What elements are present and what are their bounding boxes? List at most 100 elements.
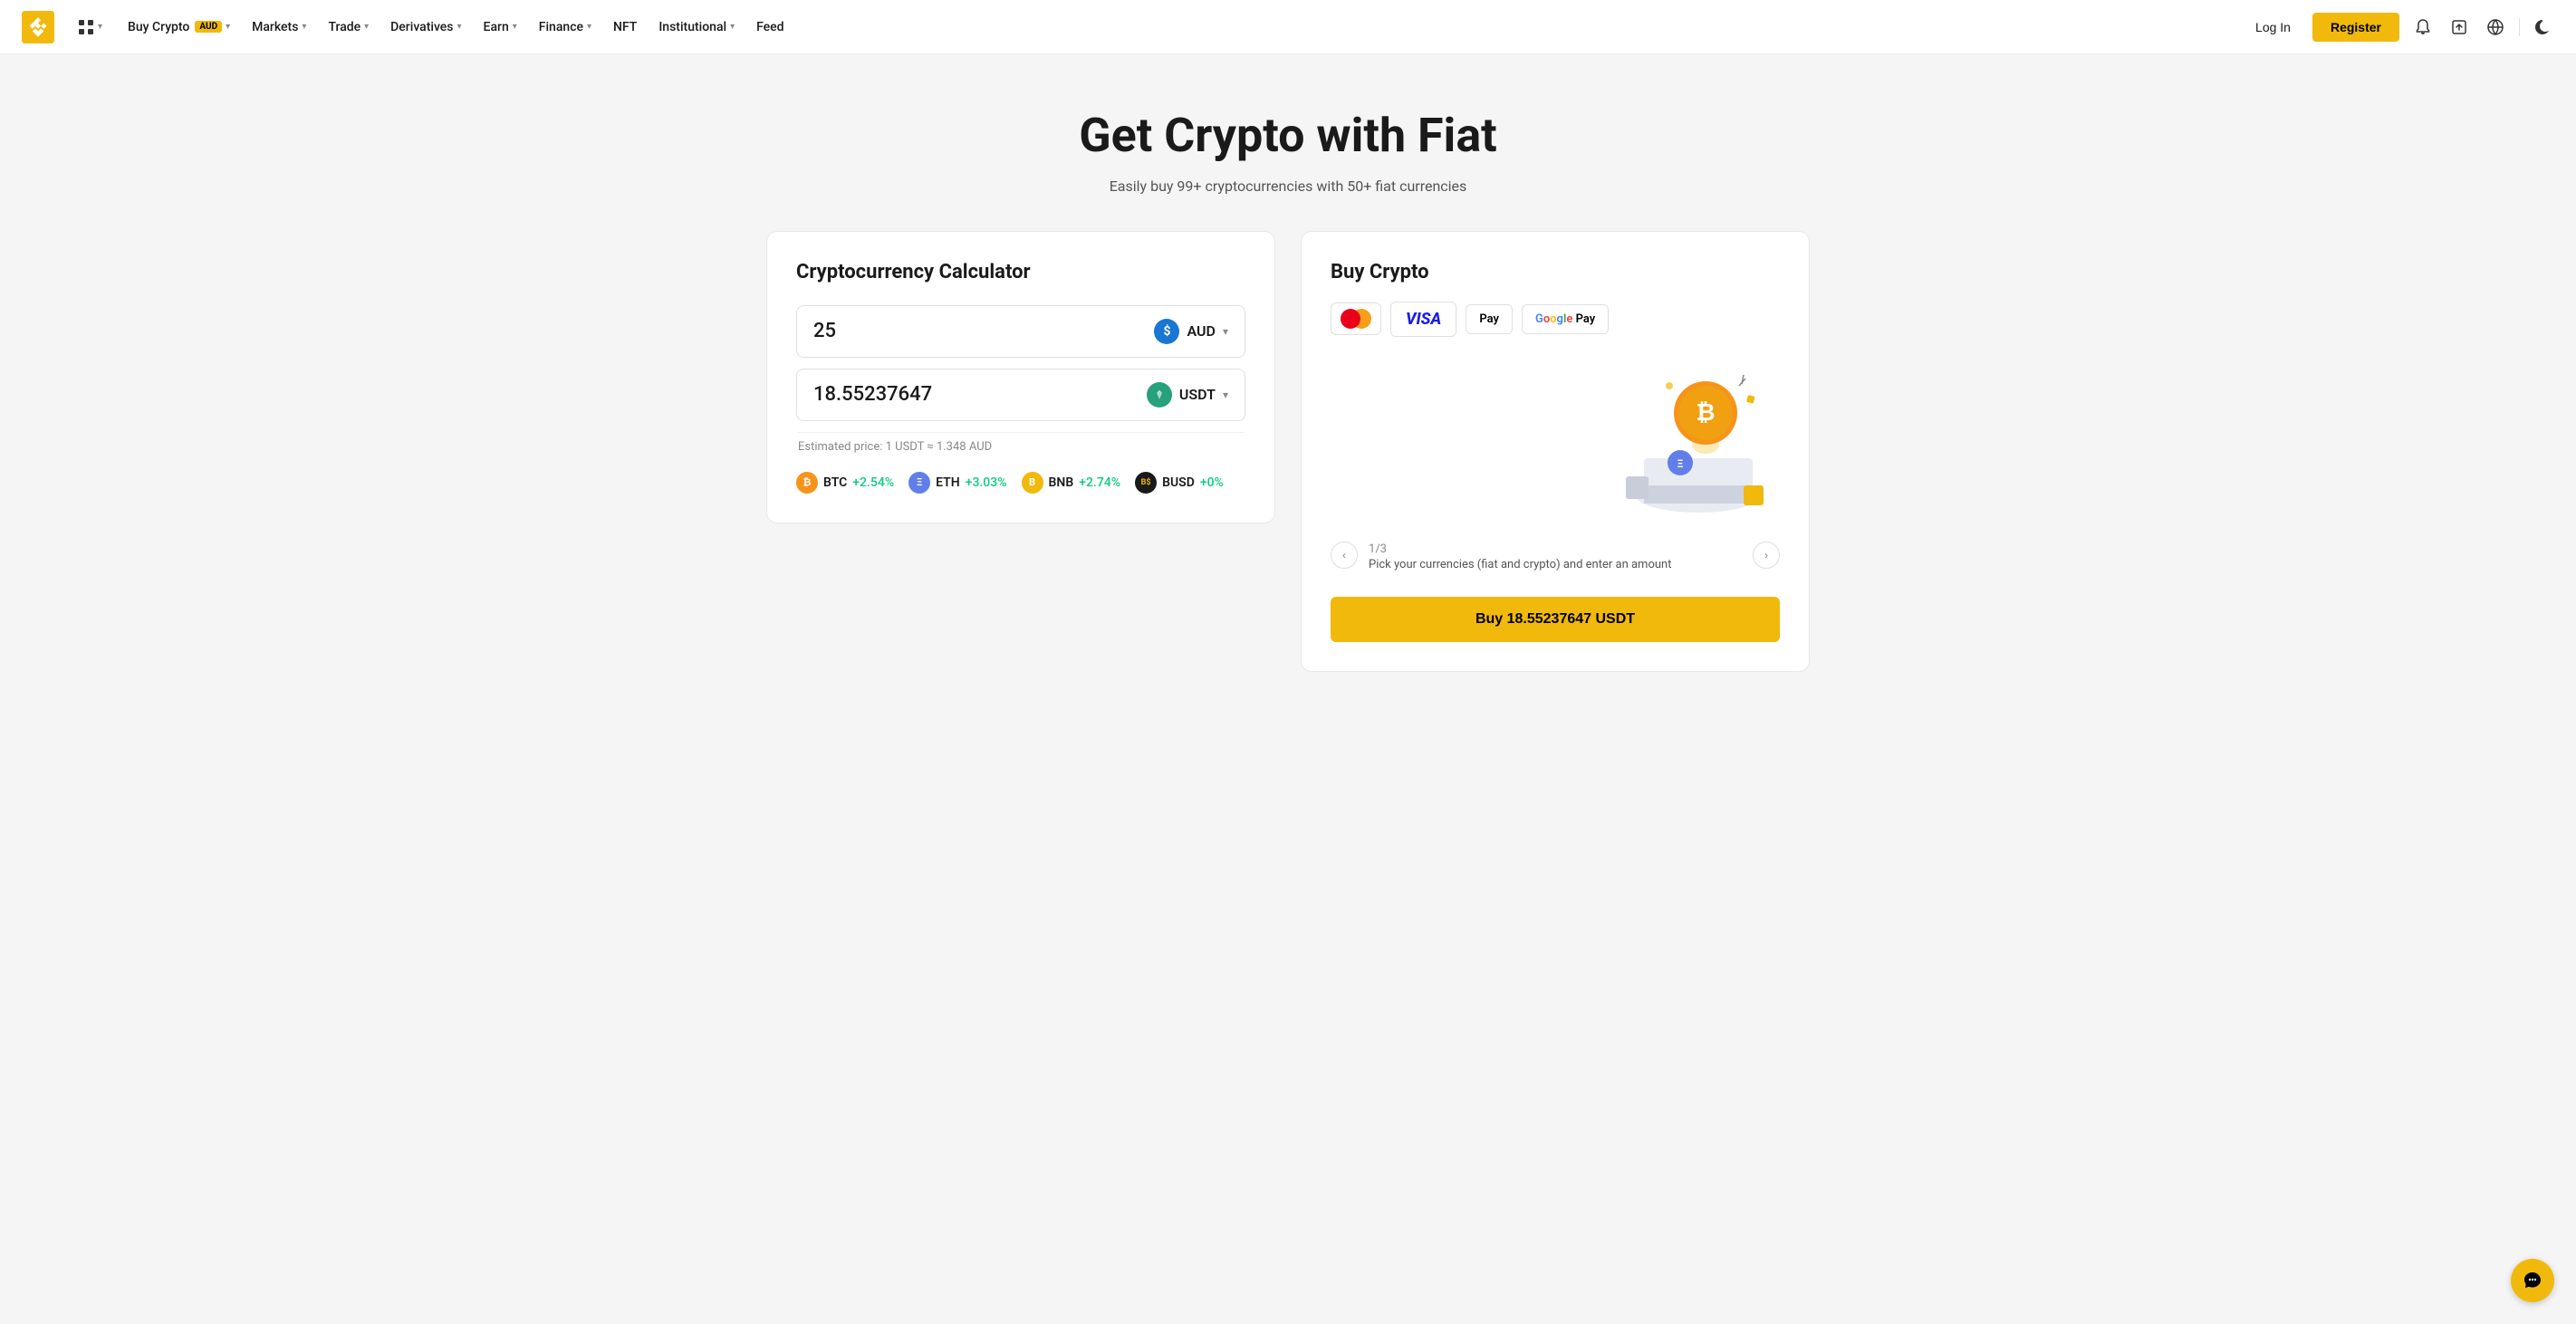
register-button[interactable]: Register [2312,13,2399,42]
trade-label: Trade [328,20,360,34]
busd-badge[interactable]: B$ BUSD +0% [1135,472,1224,494]
step-total: /3 [1375,542,1387,556]
btc-change: +2.54% [852,475,894,490]
feed-label: Feed [756,20,783,34]
upload-button[interactable] [2446,14,2472,40]
nav-markets[interactable]: Markets ▾ [243,14,315,40]
fiat-input-group[interactable]: 25 $ AUD ▾ [796,305,1245,358]
visa-payment: VISA [1390,302,1456,337]
trade-chevron: ▾ [364,22,369,32]
crypto-currency-label: USDT [1179,386,1216,403]
eth-badge[interactable]: Ξ ETH +3.03% [908,472,1006,494]
notifications-button[interactable] [2410,14,2436,40]
gpay-o2: o [1550,312,1556,326]
btc-icon: ₿ [796,472,818,494]
derivatives-label: Derivatives [390,20,453,34]
crypto-chevron-icon: ▾ [1223,389,1228,401]
nav-buy-crypto[interactable]: Buy Crypto AUD ▾ [119,14,239,40]
bitcoin-illustration: Ξ ₿ [1599,359,1780,522]
next-step-button[interactable]: › [1753,542,1780,569]
buy-crypto-title: Buy Crypto [1331,261,1780,283]
step-number: 1/3 [1369,540,1742,556]
bnb-icon: B [1022,472,1043,494]
login-button[interactable]: Log In [2244,14,2302,40]
payment-methods: VISA Pay Google Pay [1331,302,1780,337]
nav-divider [2519,18,2520,36]
crypto-input-group[interactable]: 18.55237647 USDT ▾ [796,369,1245,421]
google-pay-payment: Google Pay [1522,304,1609,334]
gpay-g2: g [1557,312,1563,326]
institutional-chevron: ▾ [730,22,735,32]
calculator-card: Cryptocurrency Calculator 25 $ AUD ▾ 18.… [766,231,1275,523]
prev-step-button[interactable]: ‹ [1331,542,1358,569]
gpay-pay: Pay [1576,312,1596,326]
next-step-icon: › [1764,549,1768,561]
eth-icon: Ξ [908,472,930,494]
fiat-currency-select[interactable]: $ AUD ▾ [1154,319,1228,344]
step-info: 1/3 Pick your currencies (fiat and crypt… [1369,540,1742,571]
finance-chevron: ▾ [587,22,591,32]
estimated-price: Estimated price: 1 USDT ≈ 1.348 AUD [798,432,1244,454]
nav-feed[interactable]: Feed [747,14,793,40]
crypto-currency-select[interactable]: USDT ▾ [1147,382,1228,408]
derivatives-chevron: ▾ [457,22,462,32]
bnb-change: +2.74% [1079,475,1120,490]
nav-institutional[interactable]: Institutional ▾ [649,14,744,40]
hero-subtitle: Easily buy 99+ cryptocurrencies with 50+… [22,177,2554,195]
earn-chevron: ▾ [513,22,517,32]
gpay-e: e [1566,312,1572,326]
apple-pay-logo: Pay [1475,311,1503,328]
busd-icon: B$ [1135,472,1157,494]
hero-section: Get Crypto with Fiat Easily buy 99+ cryp… [0,54,2576,231]
fiat-currency-label: AUD [1187,322,1215,340]
usdt-icon [1147,382,1172,408]
chat-bubble[interactable] [2511,1259,2554,1302]
aud-badge: AUD [195,21,222,33]
eth-change: +3.03% [966,475,1007,490]
bnb-name: BNB [1049,475,1074,490]
brand-logo[interactable] [22,11,54,43]
nav-trade[interactable]: Trade ▾ [319,14,378,40]
nav-finance[interactable]: Finance ▾ [530,14,601,40]
calculator-title: Cryptocurrency Calculator [796,261,1245,283]
nav-items: Buy Crypto AUD ▾ Markets ▾ Trade ▾ Deriv… [119,14,2237,40]
step-description: Pick your currencies (fiat and crypto) a… [1369,558,1742,571]
earn-label: Earn [484,20,509,34]
buy-crypto-label: Buy Crypto [128,20,189,34]
bnb-badge[interactable]: B BNB +2.74% [1022,472,1121,494]
grid-menu-btn[interactable]: ▾ [69,14,111,41]
svg-text:₿: ₿ [1696,399,1715,427]
btc-name: BTC [823,475,847,490]
nav-nft[interactable]: NFT [604,14,646,40]
theme-toggle[interactable] [2531,15,2554,39]
svg-text:Ξ: Ξ [1677,457,1684,470]
hero-title: Get Crypto with Fiat [22,109,2554,163]
fiat-chevron-icon: ▾ [1223,325,1228,338]
apple-pay-payment: Pay [1466,304,1513,334]
globe-button[interactable] [2483,14,2508,40]
finance-label: Finance [539,20,583,34]
navbar-right: Log In Register [2244,13,2554,42]
nav-earn[interactable]: Earn ▾ [475,14,526,40]
markets-chevron: ▾ [302,22,306,32]
prev-step-icon: ‹ [1342,549,1346,561]
mastercard-icon [1341,309,1371,329]
btc-badge[interactable]: ₿ BTC +2.54% [796,472,894,494]
markets-label: Markets [252,20,298,34]
gpay-g: G [1535,312,1543,326]
busd-change: +0% [1200,475,1224,490]
crypto-value: 18.55237647 [813,383,932,406]
mastercard-payment [1331,302,1381,335]
gpay-logo: Google Pay [1532,311,1599,328]
buy-crypto-chevron: ▾ [226,22,230,32]
step-area: ‹ 1/3 Pick your currencies (fiat and cry… [1331,540,1780,571]
buy-crypto-card: Buy Crypto VISA Pay Google Pay [1301,231,1810,672]
eth-name: ETH [936,475,960,490]
buy-button[interactable]: Buy 18.55237647 USDT [1331,597,1780,642]
aud-icon: $ [1154,319,1179,344]
institutional-label: Institutional [658,20,726,34]
busd-name: BUSD [1162,475,1195,490]
nav-derivatives[interactable]: Derivatives ▾ [381,14,470,40]
nft-label: NFT [613,20,637,34]
crypto-badges: ₿ BTC +2.54% Ξ ETH +3.03% B BNB +2.74% B… [796,472,1245,494]
